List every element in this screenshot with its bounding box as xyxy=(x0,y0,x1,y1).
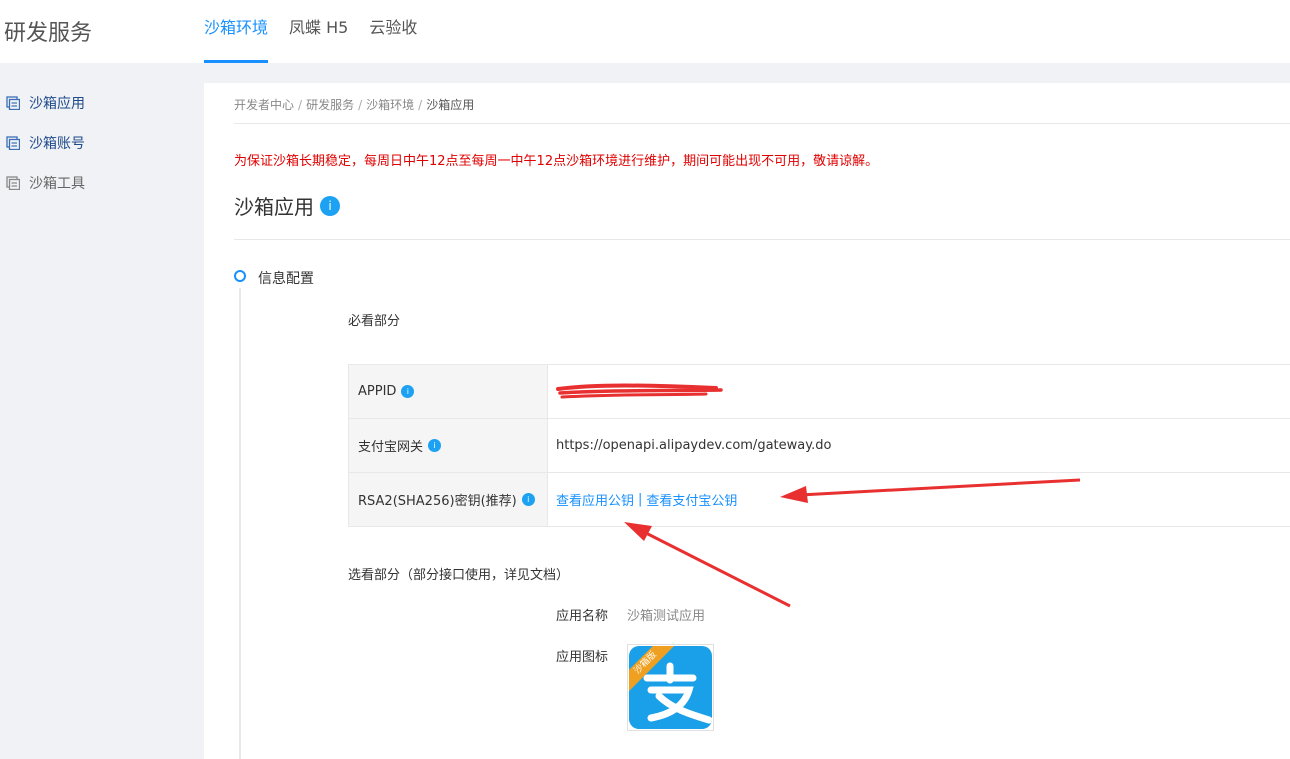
alipay-logo-icon: 沙箱版 xyxy=(629,646,712,729)
step-title: 信息配置 xyxy=(258,271,314,287)
brand-title: 研发服务 xyxy=(4,21,93,46)
row-value xyxy=(548,365,1290,418)
config-table: APPID i 支付宝网关 i https://openapi.alipayde… xyxy=(348,364,1290,527)
top-header: 研发服务 沙箱环境 凤蝶 H5 云验收 xyxy=(0,0,1290,63)
divider xyxy=(234,239,1290,240)
header-divider xyxy=(0,63,1290,83)
view-app-public-key-link[interactable]: 查看应用公钥 xyxy=(556,490,634,509)
sidebar-item-label: 沙箱应用 xyxy=(29,96,85,112)
info-icon[interactable]: i xyxy=(428,439,442,452)
sidebar-item-sandbox-tools[interactable]: 沙箱工具 xyxy=(0,163,204,203)
row-key-label: RSA2(SHA256)密钥(推荐) xyxy=(358,494,517,509)
table-row: APPID i xyxy=(348,365,1290,419)
breadcrumb-item[interactable]: 沙箱环境 xyxy=(366,98,414,112)
table-row: 支付宝网关 i https://openapi.alipaydev.com/ga… xyxy=(348,419,1290,473)
top-nav: 沙箱环境 凤蝶 H5 云验收 xyxy=(204,0,438,63)
gateway-url: https://openapi.alipaydev.com/gateway.do xyxy=(556,438,832,453)
breadcrumb: 开发者中心 / 研发服务 / 沙箱环境 / 沙箱应用 xyxy=(234,96,474,113)
row-key: 支付宝网关 i xyxy=(348,419,548,472)
breadcrumb-item[interactable]: 开发者中心 xyxy=(234,98,294,112)
row-key-label: APPID xyxy=(358,384,397,399)
row-key: RSA2(SHA256)密钥(推荐) i xyxy=(348,473,548,526)
required-section-title: 必看部分 xyxy=(348,314,401,329)
app-name-value: 沙箱测试应用 xyxy=(627,609,706,624)
info-icon[interactable]: i xyxy=(521,493,535,506)
account-icon xyxy=(6,136,20,150)
maintenance-notice: 为保证沙箱长期稳定，每周日中午12点至每周一中午12点沙箱环境进行维护，期间可能… xyxy=(234,154,879,169)
info-icon[interactable]: i xyxy=(320,195,340,216)
app-icon xyxy=(6,96,20,110)
tool-icon xyxy=(6,176,20,190)
optional-section-title: 选看部分（部分接口使用，详见文档） xyxy=(348,568,570,583)
sidebar-item-label: 沙箱账号 xyxy=(29,136,85,152)
row-value: 查看应用公钥 | 查看支付宝公钥 xyxy=(548,473,1290,526)
tab-cloud-acceptance[interactable]: 云验收 xyxy=(369,0,417,63)
page-title: 沙箱应用 i xyxy=(234,191,340,220)
link-separator: | xyxy=(638,492,643,507)
row-key: APPID i xyxy=(348,365,548,418)
redaction-scribble xyxy=(556,382,726,402)
info-icon[interactable]: i xyxy=(401,385,415,398)
breadcrumb-separator: / xyxy=(298,98,303,112)
view-alipay-public-key-link[interactable]: 查看支付宝公钥 xyxy=(646,490,737,509)
tab-sandbox-env[interactable]: 沙箱环境 xyxy=(204,0,269,63)
timeline-line xyxy=(239,288,241,759)
breadcrumb-current: 沙箱应用 xyxy=(426,98,475,112)
breadcrumb-item[interactable]: 研发服务 xyxy=(306,98,354,112)
tab-fengdie-h5[interactable]: 凤蝶 H5 xyxy=(289,0,348,63)
app-name-label: 应用名称 xyxy=(556,609,609,624)
main-content: 开发者中心 / 研发服务 / 沙箱环境 / 沙箱应用 为保证沙箱长期稳定，每周日中午12点至… xyxy=(204,83,1290,759)
table-row: RSA2(SHA256)密钥(推荐) i 查看应用公钥 | 查看支付宝公钥 xyxy=(348,473,1290,527)
row-key-label: 支付宝网关 xyxy=(358,440,424,455)
app-icon-label: 应用图标 xyxy=(556,650,609,665)
breadcrumb-separator: / xyxy=(418,98,423,112)
sidebar-item-sandbox-account[interactable]: 沙箱账号 xyxy=(0,123,204,163)
row-value: https://openapi.alipaydev.com/gateway.do xyxy=(548,419,1290,472)
breadcrumb-separator: / xyxy=(358,98,363,112)
sidebar-item-sandbox-app[interactable]: 沙箱应用 xyxy=(0,83,204,123)
divider xyxy=(234,123,1290,124)
timeline-dot xyxy=(234,270,246,282)
app-icon-image: 沙箱版 xyxy=(627,644,714,731)
sidebar: 沙箱应用 沙箱账号 沙箱工具 xyxy=(0,83,204,759)
sidebar-item-label: 沙箱工具 xyxy=(29,176,85,192)
page-title-text: 沙箱应用 xyxy=(234,195,314,219)
